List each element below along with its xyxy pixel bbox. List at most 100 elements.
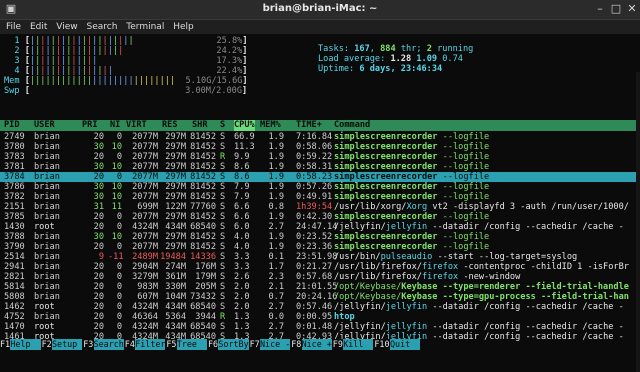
fkey-label-tree[interactable]: Tree [176, 339, 208, 350]
cell-pri: 20 [93, 312, 104, 322]
column-header-s[interactable]: S [220, 120, 225, 131]
table-row[interactable]: 3781 brian 30 10 2077M 297M 81452 S 8.6 1.9 0:58.3… [0, 162, 640, 172]
cell-time: 0:23.36 [296, 242, 333, 252]
fkey-label-search[interactable]: Search [93, 339, 124, 350]
cell-pri: 30 [93, 182, 104, 192]
menu-terminal[interactable]: Terminal [126, 20, 164, 34]
fkey-label-nice[interactable]: Nice - [260, 339, 291, 350]
table-row[interactable]: 5814 brian 20 0 983M 330M 205M S 2.0 2.1 21:01.55/… [0, 282, 640, 292]
cell-command: /jellyfin/jellyfin --datadir /config --c… [334, 322, 624, 332]
cell-pri: 20 [93, 322, 104, 332]
table-row[interactable]: 4752 brian 20 0 46364 5364 3944 R 1.3 0.0 0:00.95 h… [0, 312, 640, 322]
table-row[interactable]: 3782 brian 30 10 2077M 297M 81452 S 7.9 1.9 0:49.9… [0, 192, 640, 202]
fkey-f7[interactable]: F7 [249, 339, 260, 350]
cell-time: 0:01.48 [296, 322, 333, 332]
table-row[interactable]: 1470 root 20 0 4324M 434M 68540 S 1.3 2.7 0:01.48/… [0, 322, 640, 332]
fkey-label-sortby[interactable]: SortBy [218, 339, 249, 350]
cell-mem: 1.9 [268, 132, 284, 142]
cell-user: brian [34, 272, 60, 282]
cell-time: 0:59.22 [296, 152, 333, 162]
cell-ni: 0 [116, 152, 122, 162]
close-icon[interactable]: ✕ [626, 3, 638, 15]
column-header-ni[interactable]: NI [110, 120, 120, 131]
cell-res: 434M [165, 302, 186, 312]
column-header-user[interactable]: USER [34, 120, 55, 131]
fkey-label-help[interactable]: Help [10, 339, 41, 350]
table-row[interactable]: 2941 brian 20 0 2904M 274M 176M S 3.3 1.7 0:21.27/… [0, 262, 640, 272]
fkey-f8[interactable]: F8 [291, 339, 302, 350]
cell-pid: 3786 [4, 182, 25, 192]
fkey-f6[interactable]: F6 [208, 339, 219, 350]
table-row[interactable]: 3790 brian 20 0 2077M 297M 81452 S 4.0 1.9 0:23.36… [0, 242, 640, 252]
cell-res: 297M [165, 132, 186, 142]
column-header-res[interactable]: RES [162, 120, 178, 131]
cell-time: 0:57.46 [296, 302, 333, 312]
table-row[interactable]: 3783 brian 20 0 2077M 297M 81452 R 9.9 1.9 0:59.22… [0, 152, 640, 162]
scrollbar[interactable] [636, 72, 640, 372]
fkey-label-kill[interactable]: Kill [343, 339, 374, 350]
cell-res: 5364 [165, 312, 186, 322]
column-header-cpu[interactable]: CPU% [234, 120, 255, 131]
menu-file[interactable]: File [6, 20, 21, 34]
column-header-pid[interactable]: PID [4, 120, 20, 131]
menu-view[interactable]: View [56, 20, 77, 34]
cell-pid: 5814 [4, 282, 25, 292]
column-header-time[interactable]: TIME+ [296, 120, 322, 131]
table-row[interactable]: 2514 brian 9 -11 2489M 19484 14336 S 3.3 0.1 23:51… [0, 252, 640, 262]
cell-res: 434M [165, 322, 186, 332]
table-row[interactable]: 3784 brian 20 0 2077M 297M 81452 S 8.6 1.9 0:58.23… [0, 172, 640, 182]
terminal-area[interactable]: 1 [|||||||||||||||||||| 25.8%] 2 [||||||… [0, 36, 640, 372]
table-row[interactable]: 2151 brian 31 11 699M 122M 77760 S 6.6 0.8 1h39:54… [0, 202, 640, 212]
fkey-label-setup[interactable]: Setup [52, 339, 83, 350]
fkey-f9[interactable]: F9 [332, 339, 343, 350]
cell-virt: 2077M [132, 242, 158, 252]
cell-mem: 1.9 [268, 182, 284, 192]
cell-command: /opt/Keybase/Keybase --type=renderer --f… [334, 282, 629, 292]
cell-command: simplescreenrecorder --logfile [334, 132, 490, 142]
cell-res: 297M [165, 242, 186, 252]
menu-search[interactable]: Search [86, 20, 117, 34]
fkey-f5[interactable]: F5 [166, 339, 177, 350]
table-row[interactable]: 3785 brian 20 0 2077M 297M 81452 S 6.6 1.9 0:42.30… [0, 212, 640, 222]
cell-time: 20:24.16 [296, 292, 338, 302]
table-row[interactable]: 2749 brian 20 0 2077M 297M 81452 S 66.9 1.9 7:16.8… [0, 132, 640, 142]
cell-cpu: 3.3 [234, 262, 250, 272]
column-header-pri[interactable]: PRI [82, 120, 98, 131]
cell-res: 297M [165, 152, 186, 162]
table-row[interactable]: 3786 brian 30 10 2077M 297M 81452 S 7.9 1.9 0:57.2… [0, 182, 640, 192]
column-header-shr[interactable]: SHR [192, 120, 208, 131]
cell-res: 361M [165, 272, 186, 282]
column-header-virt[interactable]: VIRT [126, 120, 147, 131]
menu-edit[interactable]: Edit [30, 20, 47, 34]
cell-virt: 2489M [132, 252, 158, 262]
minimize-icon[interactable]: – [594, 3, 606, 15]
cell-pid: 3790 [4, 242, 25, 252]
column-header-mem[interactable]: MEM% [260, 120, 281, 131]
table-row[interactable]: 1462 root 20 0 4324M 434M 68540 S 2.0 2.7 0:57.46/… [0, 302, 640, 312]
fkey-label-nice[interactable]: Nice + [301, 339, 332, 350]
cell-shr: 81452 [190, 142, 216, 152]
table-row[interactable]: 3788 brian 30 10 2077M 297M 81452 S 4.0 1.9 0:23.5… [0, 232, 640, 242]
column-header-command[interactable]: Command [334, 120, 370, 131]
fkey-f10[interactable]: F10 [374, 339, 390, 350]
fkey-label-quit[interactable]: Quit [390, 339, 421, 350]
fkey-f1[interactable]: F1 [0, 339, 11, 350]
table-row[interactable]: 3780 brian 30 10 2077M 297M 81452 S 11.3 1.9 0:58.… [0, 142, 640, 152]
fkey-f2[interactable]: F2 [41, 339, 52, 350]
fkey-label-filter[interactable]: Filter [135, 339, 166, 350]
table-row[interactable]: 2821 brian 20 0 3279M 361M 179M S 2.6 2.3 0:57.68/… [0, 272, 640, 282]
table-row[interactable]: 1430 root 20 0 4324M 434M 68540 S 6.0 2.7 24:47.14… [0, 222, 640, 232]
cell-mem: 2.1 [268, 282, 284, 292]
fkey-f4[interactable]: F4 [124, 339, 135, 350]
table-row[interactable]: 5808 brian 20 0 607M 104M 73432 S 2.0 0.7 20:24.16… [0, 292, 640, 302]
cell-mem: 1.9 [268, 172, 284, 182]
cell-user: brian [34, 182, 60, 192]
cell-pid: 3788 [4, 232, 25, 242]
fkey-f3[interactable]: F3 [83, 339, 94, 350]
maximize-icon[interactable]: □ [610, 3, 622, 15]
cell-shr: 176M [195, 262, 216, 272]
menu-help[interactable]: Help [173, 20, 194, 34]
cell-cpu: 3.3 [234, 252, 250, 262]
cell-virt: 2904M [132, 262, 158, 272]
cell-pri: 20 [93, 272, 104, 282]
